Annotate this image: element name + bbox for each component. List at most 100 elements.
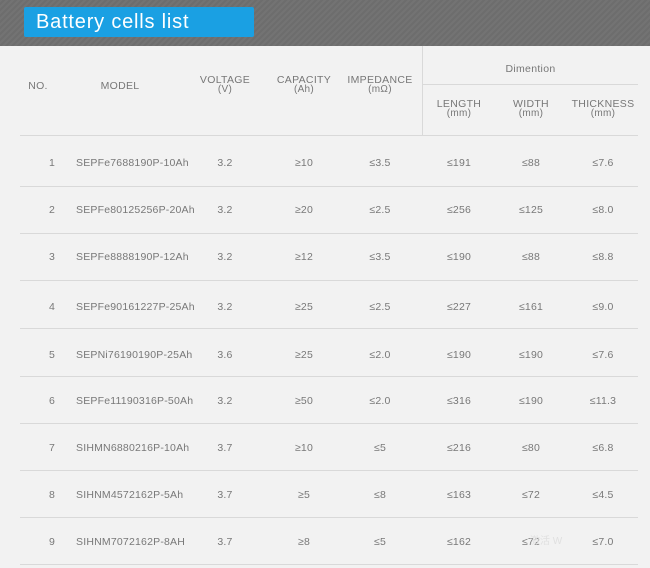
cell-width: ≤190 bbox=[518, 395, 544, 407]
cell-width: ≤190 bbox=[518, 349, 544, 361]
row-divider bbox=[20, 328, 638, 329]
cell-model: SEPNi76190190P-25Ah bbox=[76, 349, 193, 361]
header-capacity: CAPACITY (Ah) bbox=[268, 75, 340, 95]
cell-voltage: 3.6 bbox=[217, 349, 233, 361]
cell-model: SEPFe80125256P-20Ah bbox=[76, 204, 195, 216]
header-impedance: IMPEDANCE (mΩ) bbox=[342, 75, 418, 95]
header-voltage-unit: (V) bbox=[217, 84, 233, 95]
header-vertical-divider bbox=[422, 46, 423, 135]
cell-no: 5 bbox=[48, 349, 56, 361]
cell-no: 9 bbox=[48, 536, 56, 548]
cell-width: ≤125 bbox=[518, 204, 544, 216]
cell-thickness: ≤6.8 bbox=[592, 442, 614, 454]
cell-no: 6 bbox=[48, 395, 56, 407]
cell-voltage: 3.2 bbox=[217, 251, 233, 263]
header-width-unit: (mm) bbox=[518, 108, 544, 119]
header-width: WIDTH (mm) bbox=[500, 99, 562, 119]
cell-impedance: ≤2.5 bbox=[369, 204, 391, 216]
cell-model: SEPFe90161227P-25Ah bbox=[76, 301, 195, 313]
cell-length: ≤163 bbox=[446, 489, 472, 501]
cell-capacity: ≥20 bbox=[294, 204, 314, 216]
cell-impedance: ≤3.5 bbox=[369, 157, 391, 169]
cell-voltage: 3.2 bbox=[217, 204, 233, 216]
cell-length: ≤216 bbox=[446, 442, 472, 454]
cell-model: SIHNM4572162P-5Ah bbox=[76, 489, 184, 501]
cell-length: ≤162 bbox=[446, 536, 472, 548]
header-voltage: VOLTAGE (V) bbox=[192, 75, 258, 95]
cell-capacity: ≥25 bbox=[294, 301, 314, 313]
header-no-label: NO. bbox=[28, 80, 48, 92]
cell-thickness: ≤7.6 bbox=[592, 157, 614, 169]
row-divider bbox=[20, 470, 638, 471]
cell-impedance: ≤3.5 bbox=[369, 251, 391, 263]
cell-width: ≤88 bbox=[521, 157, 541, 169]
cell-thickness: ≤7.0 bbox=[592, 536, 614, 548]
header-impedance-unit: (mΩ) bbox=[368, 84, 392, 95]
cell-no: 7 bbox=[48, 442, 56, 454]
cell-length: ≤316 bbox=[446, 395, 472, 407]
battery-table: NO. MODEL VOLTAGE (V) CAPACITY (Ah) IMPE… bbox=[0, 46, 650, 568]
cell-thickness: ≤7.6 bbox=[592, 349, 614, 361]
title-box: Battery cells list bbox=[24, 7, 254, 37]
cell-impedance: ≤5 bbox=[373, 442, 386, 454]
header-model-label: MODEL bbox=[100, 80, 140, 92]
cell-length: ≤227 bbox=[446, 301, 472, 313]
cell-width: ≤161 bbox=[518, 301, 544, 313]
header-thickness-unit: (mm) bbox=[590, 108, 616, 119]
cell-capacity: ≥12 bbox=[294, 251, 314, 263]
cell-impedance: ≤8 bbox=[373, 489, 386, 501]
header-length: LENGTH (mm) bbox=[426, 99, 492, 119]
cell-width: ≤72 bbox=[521, 489, 541, 501]
cell-no: 8 bbox=[48, 489, 56, 501]
cell-no: 4 bbox=[48, 301, 56, 313]
cell-thickness: ≤9.0 bbox=[592, 301, 614, 313]
cell-model: SIHNM7072162P-8AH bbox=[76, 536, 186, 548]
header-dimention-label: Dimention bbox=[505, 63, 556, 75]
cell-thickness: ≤8.0 bbox=[592, 204, 614, 216]
cell-length: ≤191 bbox=[446, 157, 472, 169]
header-thickness: THICKNESS (mm) bbox=[568, 99, 638, 119]
row-divider bbox=[20, 280, 638, 281]
row-divider bbox=[20, 517, 638, 518]
page-title: Battery cells list bbox=[36, 11, 190, 33]
cell-capacity: ≥25 bbox=[294, 349, 314, 361]
cell-length: ≤256 bbox=[446, 204, 472, 216]
cell-thickness: ≤8.8 bbox=[592, 251, 614, 263]
cell-no: 2 bbox=[48, 204, 56, 216]
cell-model: SEPFe7688190P-10Ah bbox=[76, 157, 189, 169]
header-bottom-line bbox=[20, 135, 638, 136]
cell-voltage: 3.7 bbox=[217, 489, 233, 501]
cell-impedance: ≤2.5 bbox=[369, 301, 391, 313]
cell-length: ≤190 bbox=[446, 349, 472, 361]
cell-voltage: 3.7 bbox=[217, 536, 233, 548]
cell-capacity: ≥5 bbox=[297, 489, 310, 501]
cell-voltage: 3.2 bbox=[217, 157, 233, 169]
cell-voltage: 3.2 bbox=[217, 301, 233, 313]
row-divider bbox=[20, 423, 638, 424]
header-dimention: Dimention bbox=[423, 63, 638, 75]
cell-voltage: 3.2 bbox=[217, 395, 233, 407]
cell-capacity: ≥10 bbox=[294, 157, 314, 169]
dimention-underline bbox=[423, 84, 638, 85]
cell-model: SEPFe8888190P-12Ah bbox=[76, 251, 189, 263]
cell-model: SEPFe11190316P-50Ah bbox=[76, 395, 194, 407]
cell-thickness: ≤11.3 bbox=[589, 395, 617, 407]
header-model: MODEL bbox=[76, 80, 164, 92]
header-capacity-unit: (Ah) bbox=[293, 84, 315, 95]
header-band: Battery cells list bbox=[0, 0, 650, 46]
cell-impedance: ≤5 bbox=[373, 536, 386, 548]
cell-width: ≤80 bbox=[521, 442, 541, 454]
cell-width: ≤88 bbox=[521, 251, 541, 263]
header-no: NO. bbox=[20, 80, 56, 92]
cell-capacity: ≥8 bbox=[297, 536, 310, 548]
cell-capacity: ≥50 bbox=[294, 395, 314, 407]
cell-thickness: ≤4.5 bbox=[592, 489, 614, 501]
row-divider bbox=[20, 233, 638, 234]
row-divider bbox=[20, 186, 638, 187]
watermark-text: 激活 W bbox=[530, 536, 563, 547]
header-length-unit: (mm) bbox=[446, 108, 472, 119]
cell-impedance: ≤2.0 bbox=[369, 349, 391, 361]
cell-model: SIHMN6880216P-10Ah bbox=[76, 442, 190, 454]
cell-capacity: ≥10 bbox=[294, 442, 314, 454]
row-divider bbox=[20, 376, 638, 377]
